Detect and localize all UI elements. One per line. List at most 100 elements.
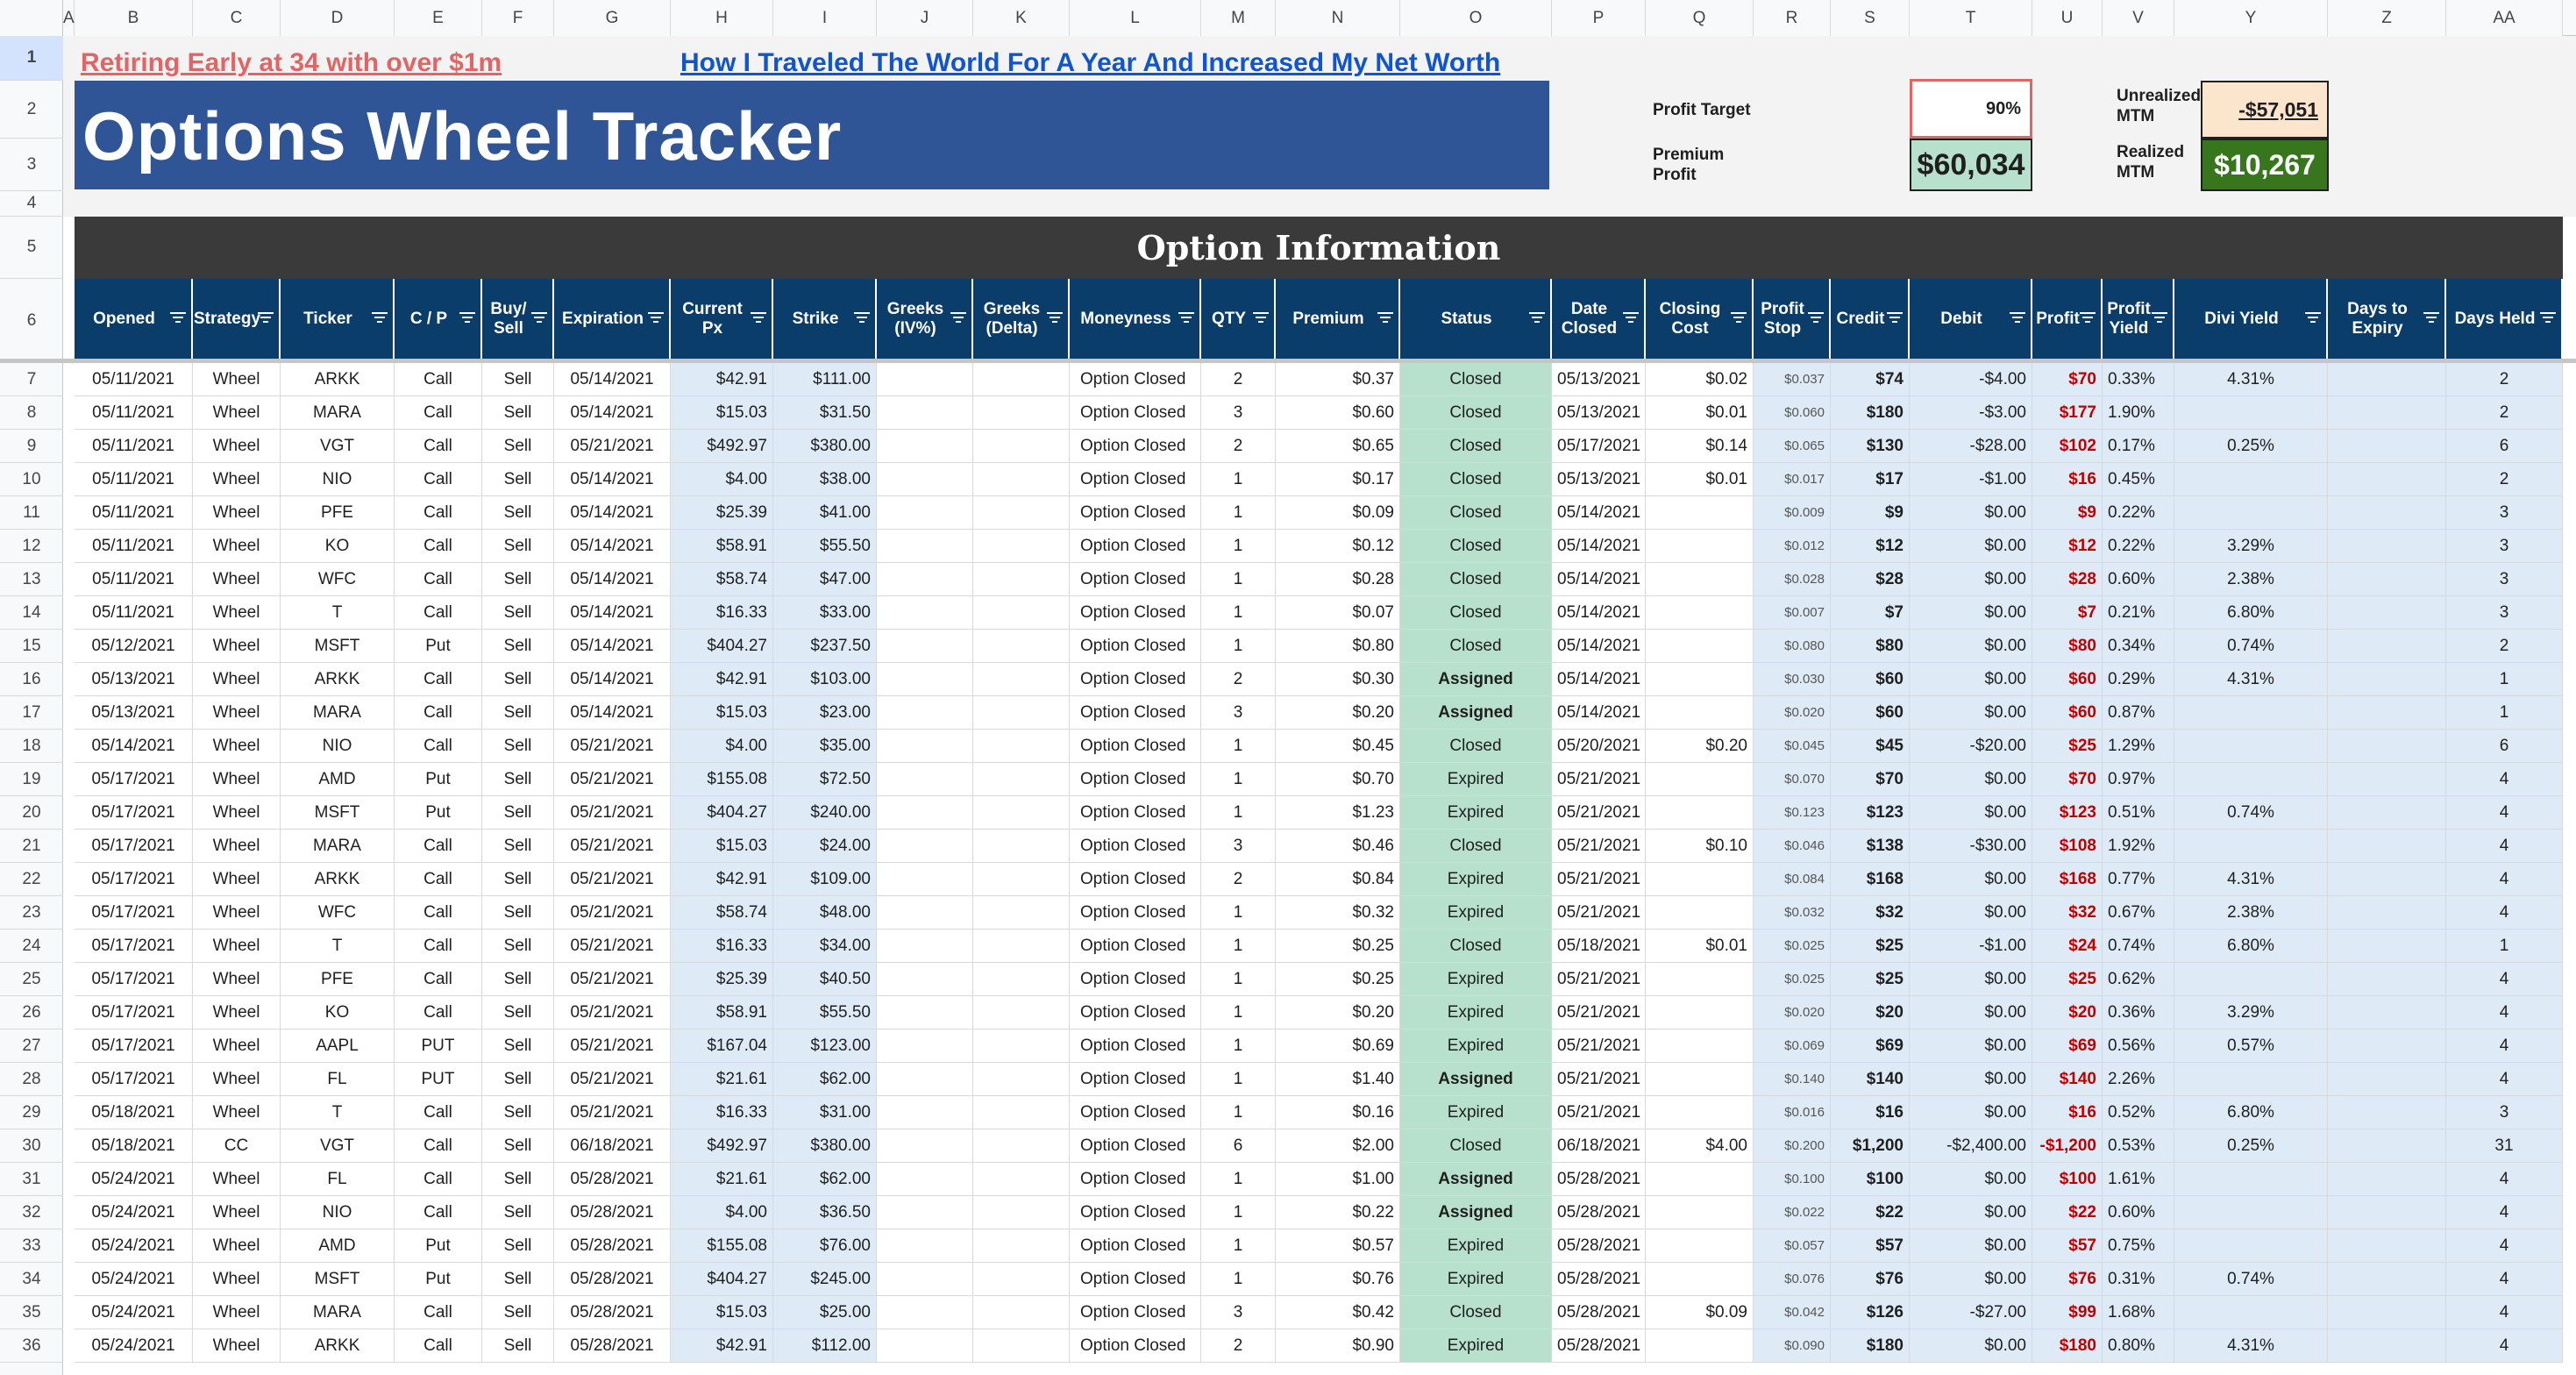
cell-profit-stop[interactable]: $0.065 [1754, 430, 1831, 463]
cell-moneyness[interactable]: Option Closed [1070, 463, 1201, 496]
cell-ticker[interactable]: ARKK [281, 363, 395, 396]
cell-buy-sell[interactable]: Sell [482, 1029, 554, 1063]
cell-buy-sell[interactable]: Sell [482, 563, 554, 596]
cell-ticker[interactable]: MARA [281, 696, 395, 730]
cell-opened[interactable]: 05/17/2021 [75, 996, 193, 1029]
cell-greeks-iv[interactable] [877, 830, 973, 863]
cell-call-put[interactable]: Call [395, 863, 482, 896]
cell-debit[interactable]: $0.00 [1910, 1263, 2032, 1296]
cell-days-held[interactable]: 2 [2446, 630, 2563, 663]
cell-date-closed[interactable]: 05/21/2021 [1552, 763, 1646, 796]
cell-premium[interactable]: $0.45 [1276, 730, 1400, 763]
cell-opened[interactable]: 05/17/2021 [75, 1029, 193, 1063]
column-header-v[interactable]: V [2103, 0, 2174, 36]
cell-strike[interactable]: $25.00 [773, 1296, 877, 1329]
cell-profit[interactable]: $28 [2032, 563, 2103, 596]
cell-expiration[interactable]: 05/21/2021 [554, 1029, 671, 1063]
cell-expiration[interactable]: 05/21/2021 [554, 996, 671, 1029]
cell-debit[interactable]: $0.00 [1910, 796, 2032, 830]
cell-closing-cost[interactable] [1646, 1329, 1754, 1363]
cell-status[interactable]: Expired [1400, 1263, 1552, 1296]
cell-debit[interactable]: $0.00 [1910, 496, 2032, 530]
cell-profit-yield[interactable]: 0.74% [2103, 930, 2174, 963]
cell-debit[interactable]: -$1.00 [1910, 463, 2032, 496]
cell-current-px[interactable]: $155.08 [671, 1229, 773, 1263]
cell-qty[interactable]: 3 [1201, 1296, 1276, 1329]
cell-qty[interactable]: 2 [1201, 863, 1276, 896]
cell-date-closed[interactable]: 05/21/2021 [1552, 830, 1646, 863]
cell-strategy[interactable]: Wheel [193, 1229, 281, 1263]
cell-status[interactable]: Closed [1400, 830, 1552, 863]
cell-status[interactable]: Assigned [1400, 1196, 1552, 1229]
cell-expiration[interactable]: 05/28/2021 [554, 1296, 671, 1329]
cell-qty[interactable]: 1 [1201, 896, 1276, 930]
cell-debit[interactable]: -$3.00 [1910, 396, 2032, 430]
cell-divi-yield[interactable] [2174, 396, 2328, 430]
cell-greeks-iv[interactable] [877, 996, 973, 1029]
cell-days-to-expiry[interactable] [2328, 1263, 2446, 1296]
cell-profit-stop[interactable]: $0.017 [1754, 463, 1831, 496]
cell-profit-yield[interactable]: 0.45% [2103, 463, 2174, 496]
header-days-held[interactable]: Days Held [2446, 279, 2563, 359]
cell-credit[interactable]: $57 [1831, 1229, 1910, 1263]
cell-buy-sell[interactable]: Sell [482, 396, 554, 430]
cell-greeks-delta[interactable] [973, 496, 1070, 530]
cell-status[interactable]: Expired [1400, 1329, 1552, 1363]
cell-expiration[interactable]: 05/14/2021 [554, 630, 671, 663]
filter-icon[interactable] [1047, 312, 1063, 324]
cell-profit-yield[interactable]: 0.97% [2103, 763, 2174, 796]
filter-icon[interactable] [1178, 312, 1194, 324]
cell-expiration[interactable]: 05/28/2021 [554, 1329, 671, 1363]
header-expiration[interactable]: Expiration [554, 279, 671, 359]
cell-days-to-expiry[interactable] [2328, 1096, 2446, 1129]
cell-divi-yield[interactable] [2174, 1063, 2328, 1096]
cell-profit-yield[interactable]: 0.56% [2103, 1029, 2174, 1063]
cell-ticker[interactable]: PFE [281, 496, 395, 530]
cell-days-to-expiry[interactable] [2328, 1229, 2446, 1263]
cell-days-held[interactable]: 4 [2446, 1296, 2563, 1329]
cell-premium[interactable]: $0.80 [1276, 630, 1400, 663]
column-header-q[interactable]: Q [1646, 0, 1754, 36]
cell-buy-sell[interactable]: Sell [482, 496, 554, 530]
cell-days-to-expiry[interactable] [2328, 930, 2446, 963]
cell-greeks-delta[interactable] [973, 1263, 1070, 1296]
cell-greeks-iv[interactable] [877, 496, 973, 530]
cell-strike[interactable]: $380.00 [773, 1129, 877, 1163]
cell-days-to-expiry[interactable] [2328, 430, 2446, 463]
cell-date-closed[interactable]: 05/28/2021 [1552, 1329, 1646, 1363]
cell-days-held[interactable]: 4 [2446, 1263, 2563, 1296]
cell-divi-yield[interactable] [2174, 763, 2328, 796]
cell-greeks-iv[interactable] [877, 396, 973, 430]
cell-call-put[interactable]: Call [395, 1196, 482, 1229]
cell-strategy[interactable]: Wheel [193, 463, 281, 496]
cell-opened[interactable]: 05/17/2021 [75, 763, 193, 796]
cell-qty[interactable]: 1 [1201, 1196, 1276, 1229]
cell-expiration[interactable]: 05/14/2021 [554, 563, 671, 596]
cell-profit-stop[interactable]: $0.016 [1754, 1096, 1831, 1129]
cell-expiration[interactable]: 05/21/2021 [554, 863, 671, 896]
cell-profit-yield[interactable]: 0.75% [2103, 1229, 2174, 1263]
cell-profit-yield[interactable]: 0.34% [2103, 630, 2174, 663]
cell-opened[interactable]: 05/14/2021 [75, 730, 193, 763]
cell-profit[interactable]: $60 [2032, 663, 2103, 696]
cell-ticker[interactable]: T [281, 930, 395, 963]
table-row[interactable]: 05/11/2021 Wheel WFC Call Sell 05/14/2021 $58.… [0, 563, 2576, 596]
cell-debit[interactable]: -$30.00 [1910, 830, 2032, 863]
filter-icon[interactable] [2010, 312, 2025, 324]
cell-current-px[interactable]: $167.04 [671, 1029, 773, 1063]
cell-debit[interactable]: $0.00 [1910, 1329, 2032, 1363]
cell-profit-yield[interactable]: 1.90% [2103, 396, 2174, 430]
cell-days-held[interactable]: 4 [2446, 763, 2563, 796]
cell-strategy[interactable]: Wheel [193, 596, 281, 630]
cell-moneyness[interactable]: Option Closed [1070, 663, 1201, 696]
cell-strategy[interactable]: Wheel [193, 1163, 281, 1196]
cell-profit[interactable]: $99 [2032, 1296, 2103, 1329]
table-row[interactable]: 05/17/2021 Wheel MSFT Put Sell 05/21/2021 $404… [0, 796, 2576, 830]
cell-current-px[interactable]: $404.27 [671, 796, 773, 830]
column-header-t[interactable]: T [1910, 0, 2032, 36]
cell-moneyness[interactable]: Option Closed [1070, 1129, 1201, 1163]
cell-ticker[interactable]: MSFT [281, 796, 395, 830]
cell-credit[interactable]: $45 [1831, 730, 1910, 763]
cell-profit[interactable]: $180 [2032, 1329, 2103, 1363]
cell-opened[interactable]: 05/17/2021 [75, 930, 193, 963]
